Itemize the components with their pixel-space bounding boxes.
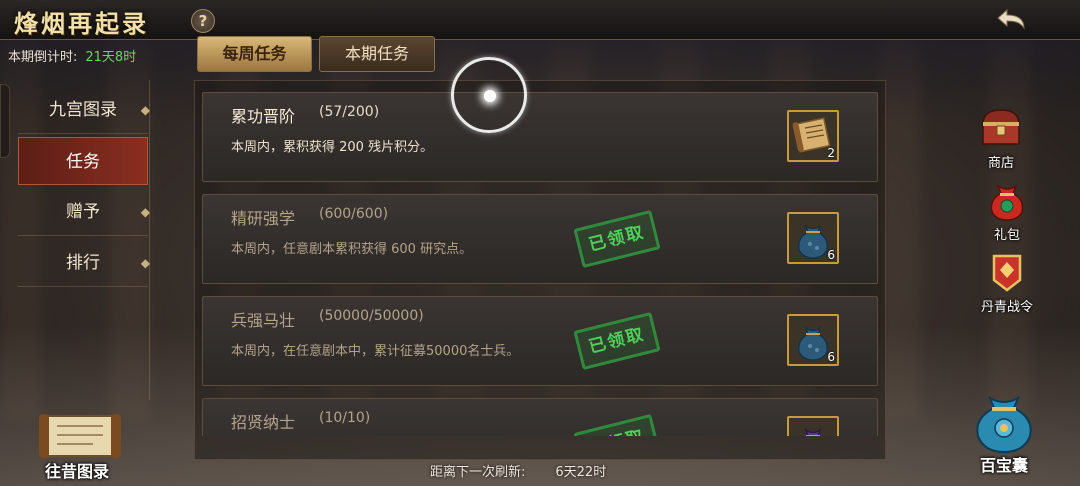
gift-pack-label: 礼包 xyxy=(993,228,1020,243)
claimed-stamp: 已领取 xyxy=(573,413,661,436)
shop-label: 商店 xyxy=(987,156,1014,171)
sidebar-item-gift[interactable]: 赠予 ◆ xyxy=(18,188,150,236)
quest-description: 本周内，累积获得 200 残片积分。 xyxy=(231,140,434,155)
reward-count: 2 xyxy=(827,146,835,160)
quest-progress: (57/200) xyxy=(319,104,380,120)
countdown-value: 21天8时 xyxy=(85,50,137,65)
quest-item[interactable]: 累功晋阶 (57/200) 本周内，累积获得 200 残片积分。 2 xyxy=(202,92,878,182)
gift-bag-icon xyxy=(990,183,1024,221)
quest-name: 兵强马壮 xyxy=(231,311,296,330)
battle-order-icon xyxy=(992,254,1022,292)
treasure-chest-icon xyxy=(982,109,1020,145)
sidebar-item-label: 排行 xyxy=(66,253,100,273)
reward-item[interactable] xyxy=(787,416,839,436)
tab-period-tasks[interactable]: 本期任务 xyxy=(319,36,435,72)
quest-name: 累功晋阶 xyxy=(231,107,296,126)
quest-item[interactable]: 招贤纳士 (10/10) 已领取 xyxy=(202,398,878,436)
back-arrow-icon xyxy=(997,8,1025,30)
gift-pack-button[interactable]: 礼包 xyxy=(972,176,1042,243)
refresh-value: 6天22时 xyxy=(555,465,607,480)
treasure-pouch-icon xyxy=(976,395,1032,454)
countdown-label: 本期倒计时: xyxy=(8,50,78,65)
quest-description: 本周内，在任意剧本中，累计征募50000名士兵。 xyxy=(231,344,520,359)
reward-count: 6 xyxy=(827,248,835,262)
help-button[interactable]: ? xyxy=(191,9,215,33)
reward-item[interactable]: 6 xyxy=(787,212,839,264)
sidebar-item-label: 九宫图录 xyxy=(49,100,117,120)
tab-weekly-tasks[interactable]: 每周任务 xyxy=(197,36,312,72)
quest-name: 招贤纳士 xyxy=(231,413,296,432)
sidebar-item-ranking[interactable]: 排行 ◆ xyxy=(18,239,150,287)
sidebar-item-label: 赠予 xyxy=(66,202,100,222)
treasure-pouch-button[interactable]: 百宝囊 xyxy=(962,388,1046,476)
quest-progress: (600/600) xyxy=(319,206,389,222)
quest-list[interactable]: 累功晋阶 (57/200) 本周内，累积获得 200 残片积分。 2 精研强学 … xyxy=(194,84,886,436)
sidebar-item-jiugong[interactable]: 九宫图录 ◆ xyxy=(18,86,150,134)
page-title: 烽烟再起录 xyxy=(14,9,149,38)
refresh-timer: 距离下一次刷新: 6天22时 xyxy=(430,461,606,480)
reward-item[interactable]: 6 xyxy=(787,314,839,366)
quest-progress: (50000/50000) xyxy=(319,308,424,324)
diamond-icon: ◆ xyxy=(140,103,150,117)
past-records-button[interactable]: 往昔图录 xyxy=(22,410,132,482)
season-countdown: 本期倒计时: 21天8时 xyxy=(8,46,136,65)
diamond-icon: ◆ xyxy=(140,256,150,270)
touch-indicator xyxy=(451,57,527,133)
reward-item[interactable]: 2 xyxy=(787,110,839,162)
quest-item[interactable]: 兵强马壮 (50000/50000) 本周内，在任意剧本中，累计征募50000名… xyxy=(202,296,878,386)
past-records-label: 往昔图录 xyxy=(44,462,109,481)
quest-name: 精研强学 xyxy=(231,209,296,228)
sidebar: 九宫图录 ◆ 任务 赠予 ◆ 排行 ◆ xyxy=(0,84,150,394)
claimed-stamp: 已领取 xyxy=(573,209,661,269)
battle-order-button[interactable]: 丹青战令 xyxy=(972,248,1042,315)
top-bar: 烽烟再起录 ? xyxy=(0,0,1080,40)
back-button[interactable] xyxy=(994,6,1034,34)
battle-order-label: 丹青战令 xyxy=(980,300,1033,315)
scroll-book-icon xyxy=(39,414,121,458)
quest-item[interactable]: 精研强学 (600/600) 本周内，任意剧本累积获得 600 研究点。 已领取… xyxy=(202,194,878,284)
shop-button[interactable]: 商店 xyxy=(966,104,1036,171)
reward-count: 6 xyxy=(827,350,835,364)
quest-description: 本周内，任意剧本累积获得 600 研究点。 xyxy=(231,242,473,257)
purple-pouch-icon xyxy=(804,428,822,436)
sidebar-item-label: 任务 xyxy=(66,152,100,172)
sidebar-item-tasks[interactable]: 任务 xyxy=(18,137,148,185)
diamond-icon: ◆ xyxy=(140,205,150,219)
claimed-stamp: 已领取 xyxy=(573,311,661,371)
quest-progress: (10/10) xyxy=(319,410,371,426)
refresh-label: 距离下一次刷新: xyxy=(430,465,526,480)
